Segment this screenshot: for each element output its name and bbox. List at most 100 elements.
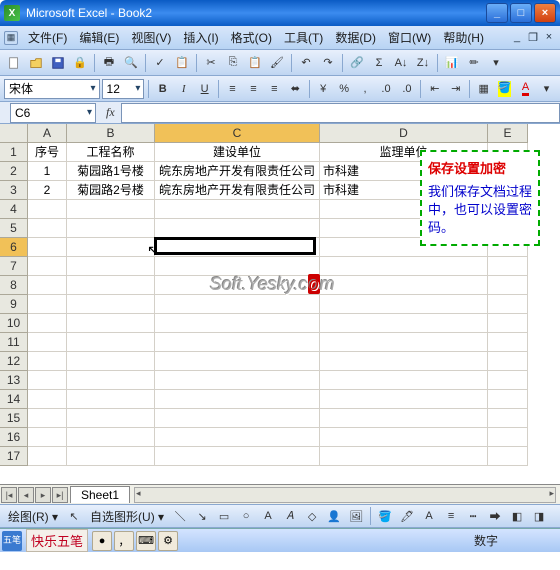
align-center-button[interactable]: ≡ — [244, 79, 263, 99]
column-headers[interactable]: A B C D E — [28, 124, 528, 143]
redo-button[interactable]: ↷ — [318, 53, 338, 73]
cell[interactable] — [488, 314, 528, 333]
tab-last-button[interactable]: ▸| — [52, 487, 68, 503]
cell[interactable] — [488, 257, 528, 276]
3d-button[interactable]: ◨ — [529, 506, 549, 526]
cell[interactable] — [67, 352, 155, 371]
cell[interactable] — [28, 238, 67, 257]
col-header-E[interactable]: E — [488, 124, 528, 143]
cell[interactable] — [28, 428, 67, 447]
formula-input[interactable] — [121, 103, 560, 123]
wordart-button[interactable]: 𝐴 — [280, 506, 300, 526]
cell[interactable]: 2 — [28, 181, 67, 200]
fx-button[interactable]: fx — [106, 105, 115, 120]
doc-minimize-button[interactable]: _ — [510, 31, 524, 44]
cell[interactable] — [67, 238, 155, 257]
cell[interactable] — [28, 371, 67, 390]
paste-button[interactable]: 📋 — [245, 53, 265, 73]
cell[interactable] — [155, 276, 320, 295]
currency-button[interactable]: ¥ — [314, 79, 333, 99]
row-header[interactable]: 15 — [0, 409, 28, 428]
clipart-button[interactable]: 👤 — [324, 506, 344, 526]
increase-indent-button[interactable]: ⇥ — [446, 79, 465, 99]
cell[interactable] — [488, 276, 528, 295]
format-painter-button[interactable]: 🖌 — [267, 53, 287, 73]
arrow-button[interactable]: ↘ — [192, 506, 212, 526]
fontcolor-draw-button[interactable]: A — [419, 506, 439, 526]
cell[interactable]: 工程名称 — [67, 143, 155, 162]
row-header[interactable]: 11 — [0, 333, 28, 352]
line-button[interactable]: ＼ — [170, 506, 190, 526]
cell[interactable] — [155, 219, 320, 238]
chart-wizard-button[interactable]: 📊 — [442, 53, 462, 73]
shadow-button[interactable]: ◧ — [507, 506, 527, 526]
cell[interactable] — [28, 333, 67, 352]
cell[interactable] — [28, 276, 67, 295]
sheet-tab[interactable]: Sheet1 — [70, 486, 130, 503]
bold-button[interactable]: B — [153, 79, 172, 99]
row-header[interactable]: 10 — [0, 314, 28, 333]
cell[interactable]: 1 — [28, 162, 67, 181]
cell[interactable]: 皖东房地产开发有限责任公司 — [155, 162, 320, 181]
autoshapes-menu[interactable]: 自选图形(U) ▾ — [86, 508, 168, 525]
autosum-button[interactable]: Σ — [369, 53, 389, 73]
cell[interactable] — [28, 352, 67, 371]
doc-close-button[interactable]: × — [542, 31, 556, 44]
menu-format[interactable]: 格式(O) — [225, 27, 278, 48]
arrowstyle-button[interactable]: ⮕ — [485, 506, 505, 526]
cell[interactable] — [155, 314, 320, 333]
cell[interactable] — [28, 200, 67, 219]
menu-edit[interactable]: 编辑(E) — [73, 27, 125, 48]
textbox-button[interactable]: A — [258, 506, 278, 526]
col-header-C[interactable]: C — [155, 124, 320, 143]
row-header[interactable]: 7 — [0, 257, 28, 276]
cell[interactable] — [320, 314, 488, 333]
workbook-icon[interactable]: ▦ — [4, 31, 18, 45]
cell[interactable] — [67, 295, 155, 314]
cell[interactable] — [155, 409, 320, 428]
row-header[interactable]: 5 — [0, 219, 28, 238]
menu-insert[interactable]: 插入(I) — [177, 27, 224, 48]
cell[interactable] — [28, 257, 67, 276]
linecolor-draw-button[interactable]: 🖊 — [397, 506, 417, 526]
new-button[interactable] — [4, 53, 24, 73]
sort-desc-button[interactable]: Z↓ — [413, 53, 433, 73]
row-header[interactable]: 12 — [0, 352, 28, 371]
cell[interactable] — [67, 371, 155, 390]
menu-file[interactable]: 文件(F) — [22, 27, 73, 48]
toolbar-options-button[interactable]: ▾ — [486, 53, 506, 73]
cell[interactable] — [67, 409, 155, 428]
borders-button[interactable]: ▦ — [474, 79, 493, 99]
cell[interactable] — [155, 333, 320, 352]
tab-prev-button[interactable]: ◂ — [18, 487, 34, 503]
cell[interactable] — [28, 409, 67, 428]
ime-fullwidth-icon[interactable]: ● — [92, 531, 112, 551]
permission-button[interactable]: 🔒 — [70, 53, 90, 73]
select-all-corner[interactable] — [0, 124, 28, 143]
cell[interactable]: 皖东房地产开发有限责任公司 — [155, 181, 320, 200]
cell[interactable] — [67, 333, 155, 352]
picture-button[interactable]: 🖼 — [346, 506, 366, 526]
cell[interactable] — [488, 333, 528, 352]
undo-button[interactable]: ↶ — [296, 53, 316, 73]
cell[interactable] — [67, 200, 155, 219]
diagram-button[interactable]: ◇ — [302, 506, 322, 526]
cell[interactable] — [320, 352, 488, 371]
tab-next-button[interactable]: ▸ — [35, 487, 51, 503]
format-toolbar-options-button[interactable]: ▾ — [537, 79, 556, 99]
cell[interactable]: 菊园路2号楼 — [67, 181, 155, 200]
dashstyle-button[interactable]: ┅ — [463, 506, 483, 526]
cell[interactable] — [488, 447, 528, 466]
ime-punct-icon[interactable]: ， — [114, 531, 134, 551]
row-header[interactable]: 14 — [0, 390, 28, 409]
cell[interactable] — [320, 390, 488, 409]
open-button[interactable] — [26, 53, 46, 73]
cell[interactable] — [488, 352, 528, 371]
merge-center-button[interactable]: ⬌ — [286, 79, 305, 99]
cell[interactable] — [155, 390, 320, 409]
cell[interactable] — [320, 276, 488, 295]
select-objects-button[interactable]: ↖ — [64, 506, 84, 526]
percent-button[interactable]: % — [335, 79, 354, 99]
cell[interactable] — [320, 295, 488, 314]
increase-decimal-button[interactable]: .0 — [377, 79, 396, 99]
